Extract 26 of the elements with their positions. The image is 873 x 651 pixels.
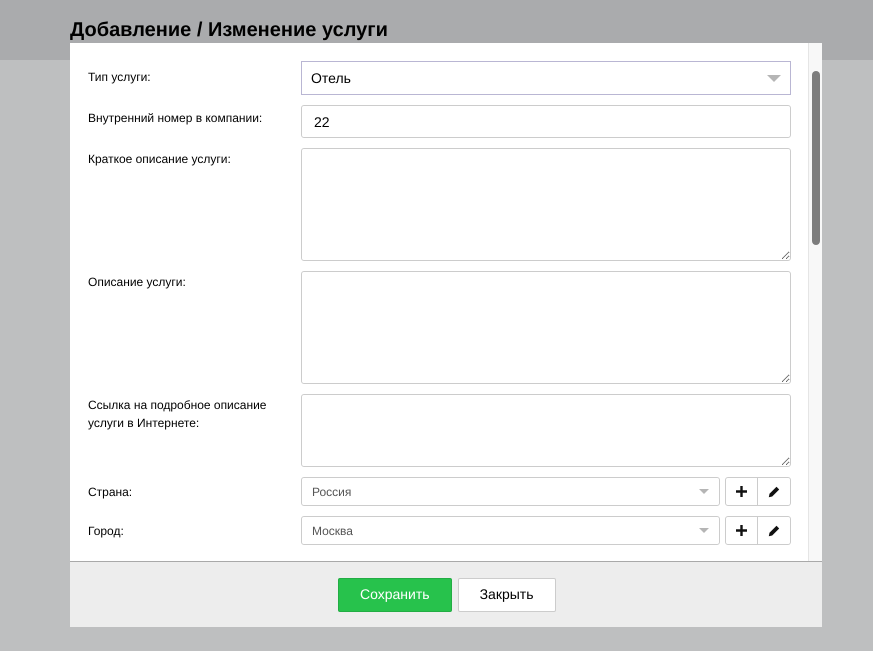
- field-label: Краткое описание услуги:: [88, 151, 232, 168]
- select-field[interactable]: Россия: [301, 477, 720, 506]
- scrollbar-thumb[interactable]: [812, 71, 820, 245]
- edit-button[interactable]: [758, 516, 791, 545]
- plus-icon: [736, 525, 747, 536]
- input-field[interactable]: 22: [301, 105, 791, 138]
- field-label: Внутренний номер в компании:: [88, 110, 264, 127]
- field-label: Страна:: [88, 484, 134, 501]
- pencil-icon: [768, 524, 780, 536]
- edit-button[interactable]: [758, 477, 791, 506]
- close-button[interactable]: Закрыть: [458, 578, 556, 612]
- field-label: Описание услуги:: [88, 274, 187, 291]
- dropdown-arrow-icon: [699, 489, 709, 494]
- select-field[interactable]: Отель: [301, 61, 791, 95]
- field-label: Город:: [88, 523, 125, 540]
- add-button[interactable]: [725, 477, 758, 506]
- scrollbar[interactable]: [808, 43, 822, 561]
- dialog-title: Добавление / Изменение услуги: [70, 18, 388, 43]
- dropdown-arrow-icon: [699, 528, 709, 533]
- select-field[interactable]: Москва: [301, 516, 720, 545]
- dropdown-arrow-icon: [767, 74, 781, 82]
- pencil-icon: [768, 486, 780, 498]
- field-label: Ссылка на подробное описание услуги в Интернете:: [88, 397, 268, 432]
- add-button[interactable]: [725, 516, 758, 545]
- plus-icon: [736, 486, 747, 497]
- field-label: Тип услуги:: [88, 69, 152, 86]
